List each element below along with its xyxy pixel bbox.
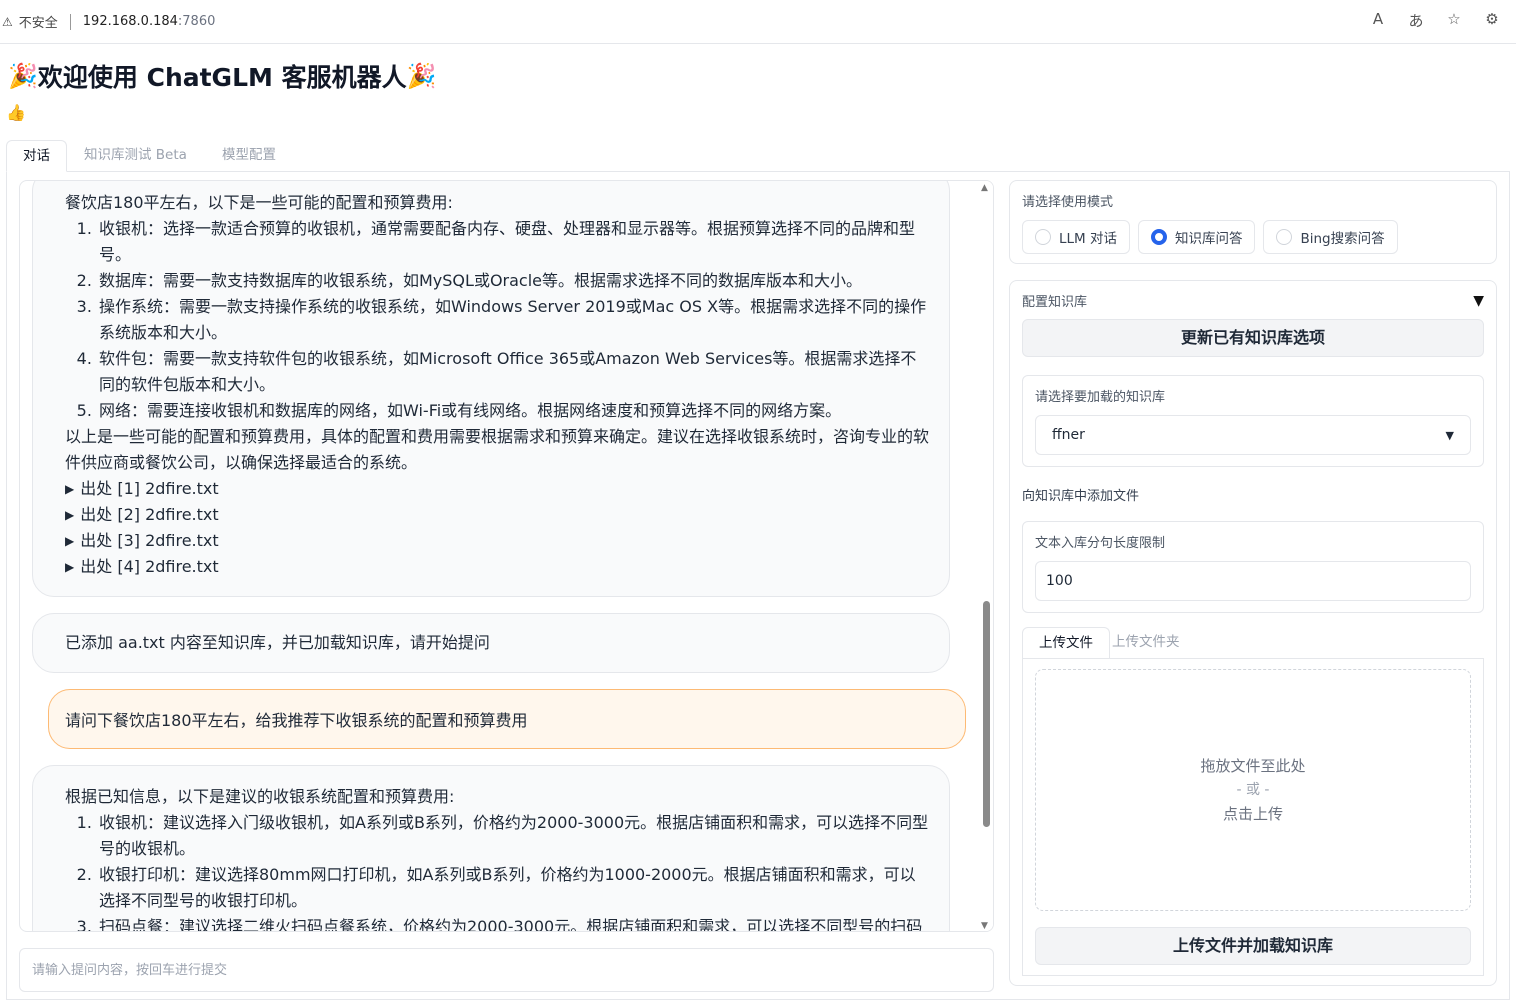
message-intro: 餐饮店180平左右，以下是一些可能的配置和预算费用: [65,193,453,212]
message-text: 请问下餐饮店180平左右，给我推荐下收银系统的配置和预算费用 [65,711,528,730]
scroll-up-arrow-icon[interactable]: ▲ [981,183,988,193]
add-file-label: 向知识库中添加文件 [1022,489,1140,504]
file-drop-zone[interactable]: 拖放文件至此处 - 或 - 点击上传 [1035,669,1471,911]
message-list: 收银机：选择一款适合预算的收银机，通常需要配备内存、硬盘、处理器和显示器等。根据… [65,216,931,424]
kb-section-label: 配置知识库 [1022,295,1088,310]
chat-scrollbar[interactable]: ▲ ▼ [979,181,993,931]
security-label: 不安全 [18,16,58,31]
drop-or: - 或 - [1236,782,1270,798]
scrollbar-thumb[interactable] [983,601,990,827]
source-label: 出处 [4] 2dfire.txt [80,557,219,576]
refresh-kb-button[interactable]: 更新已有知识库选项 [1022,319,1484,357]
browser-tools: A あ ☆ ⚙ [1368,10,1502,31]
sentence-length-input[interactable]: 100 [1035,561,1471,601]
chatbot-panel: 餐饮店180平左右，以下是一些可能的配置和预算费用: 收银机：选择一款适合预算的… [19,180,994,932]
list-item: 软件包：需要一款支持软件包的收银系统，如Microsoft Office 365… [97,346,931,398]
disclosure-triangle-icon: ▶ [65,534,75,548]
disclosure-triangle-icon: ▶ [65,508,75,522]
kb-dropdown[interactable]: ffner ▼ [1035,415,1471,455]
upload-tabs: 上传文件 上传文件夹 [1022,627,1484,659]
browser-address-bar: ⚠ 不安全 192.168.0.184 :7860 A あ ☆ ⚙ [0,0,1516,44]
source-label: 出处 [3] 2dfire.txt [80,531,219,550]
list-item: 数据库：需要一款支持数据库的收银系统，如MySQL或Oracle等。根据需求选择… [97,268,931,294]
main-tabs: 对话 知识库测试 Beta 模型配置 [6,140,1510,172]
tab-model-config[interactable]: 模型配置 [206,140,292,172]
kb-dropdown-value: ffner [1052,427,1085,443]
source-details[interactable]: ▶ 出处 [4] 2dfire.txt [65,554,931,580]
radio-label: 知识库问答 [1174,231,1243,247]
mode-radio-group: LLM 对话 知识库问答 Bing搜索问答 [1022,220,1484,254]
radio-llm-chat[interactable]: LLM 对话 [1022,220,1130,254]
list-item: 扫码点餐：建议选择二维火扫码点餐系统，价格约为2000-3000元。根据店铺面积… [97,914,931,931]
drop-click-text: 点击上传 [1222,805,1283,823]
warning-triangle-icon: ⚠ [2,14,13,29]
message-text: 已添加 aa.txt 内容至知识库，并已加载知识库，请开始提问 [65,633,490,652]
kb-select-group: 请选择要加载的知识库 ffner ▼ [1022,375,1484,467]
favorite-star-icon[interactable]: ☆ [1444,10,1464,31]
message-outro: 以上是一些可能的配置和预算费用，具体的配置和费用需要根据需求和预算来确定。建议在… [65,427,930,472]
list-item: 收银打印机：建议选择80mm网口打印机，如A系列或B系列，价格约为1000-20… [97,862,931,914]
message-intro: 根据已知信息，以下是建议的收银系统配置和预算费用: [65,787,455,806]
source-details[interactable]: ▶ 出处 [3] 2dfire.txt [65,528,931,554]
list-item: 操作系统：需要一款支持操作系统的收银系统，如Windows Server 201… [97,294,931,346]
mode-label: 请选择使用模式 [1022,195,1114,210]
read-aloud-icon[interactable]: A [1368,10,1388,31]
radio-bing-search[interactable]: Bing搜索问答 [1263,220,1398,254]
radio-circle-checked-icon [1150,229,1167,245]
kb-select-label: 请选择要加载的知识库 [1035,390,1166,405]
party-popper-icon-right: 🎉 [406,62,437,90]
disclosure-triangle-icon: ▶ [65,560,75,574]
tab-chat[interactable]: 对话 [6,140,67,172]
kb-accordion-header[interactable]: 配置知识库 ▼ [1022,291,1484,311]
address-separator [69,13,71,30]
collapse-triangle-icon[interactable]: ▼ [1473,293,1484,309]
security-warning[interactable]: ⚠ 不安全 [2,12,58,32]
party-popper-icon: 🎉 [8,62,38,90]
radio-label: Bing搜索问答 [1300,231,1385,247]
extensions-icon[interactable]: ⚙ [1482,10,1502,31]
user-message: 请问下餐饮店180平左右，给我推荐下收银系统的配置和预算费用 [48,689,966,749]
tab-kb-test[interactable]: 知识库测试 Beta [68,140,203,172]
source-details[interactable]: ▶ 出处 [1] 2dfire.txt [65,476,931,502]
message-list: 收银机：建议选择入门级收银机，如A系列或B系列，价格约为2000-3000元。根… [65,810,931,931]
bot-message: 已添加 aa.txt 内容至知识库，并已加载知识库，请开始提问 [32,613,950,673]
page-title-text: 欢迎使用 ChatGLM 客服机器人 [37,63,407,92]
tab-upload-folder[interactable]: 上传文件夹 [1096,627,1196,659]
disclosure-triangle-icon: ▶ [65,482,75,496]
sentence-length-label: 文本入库分句长度限制 [1035,536,1166,551]
thumbs-up-icon: 👍 [6,103,26,122]
sentence-length-group: 文本入库分句长度限制 100 [1022,521,1484,613]
upload-and-load-button[interactable]: 上传文件并加载知识库 [1035,927,1471,965]
source-label: 出处 [1] 2dfire.txt [80,479,219,498]
radio-kb-qa[interactable]: 知识库问答 [1137,220,1256,254]
radio-circle-icon [1276,229,1293,245]
drop-text: 拖放文件至此处 [1200,757,1306,775]
kb-config-panel: 配置知识库 ▼ 更新已有知识库选项 请选择要加载的知识库 ffner ▼ 向知识… [1009,280,1497,986]
page-title: 🎉 欢迎使用 ChatGLM 客服机器人 🎉 [8,58,436,94]
radio-label: LLM 对话 [1059,231,1117,247]
scroll-down-arrow-icon[interactable]: ▼ [981,921,988,931]
radio-circle-icon [1035,229,1051,245]
source-details[interactable]: ▶ 出处 [2] 2dfire.txt [65,502,931,528]
bot-message: 根据已知信息，以下是建议的收银系统配置和预算费用: 收银机：建议选择入门级收银机… [32,765,950,931]
list-item: 网络：需要连接收银机和数据库的网络，如Wi-Fi或有线网络。根据网络速度和预算选… [97,398,931,424]
bot-message: 餐饮店180平左右，以下是一些可能的配置和预算费用: 收银机：选择一款适合预算的… [32,181,950,597]
mode-panel: 请选择使用模式 LLM 对话 知识库问答 Bing搜索问答 [1009,180,1497,264]
list-item: 收银机：建议选择入门级收银机，如A系列或B系列，价格约为2000-3000元。根… [97,810,931,862]
list-item: 收银机：选择一款适合预算的收银机，通常需要配备内存、硬盘、处理器和显示器等。根据… [97,216,931,268]
url-host[interactable]: 192.168.0.184 [83,14,178,29]
translate-icon[interactable]: あ [1406,10,1426,31]
url-port[interactable]: :7860 [178,14,215,29]
question-input[interactable] [19,948,994,992]
upload-area: 拖放文件至此处 - 或 - 点击上传 上传文件并加载知识库 [1022,658,1484,976]
dropdown-caret-icon: ▼ [1445,428,1454,442]
source-label: 出处 [2] 2dfire.txt [80,505,219,524]
main-content: 餐饮店180平左右，以下是一些可能的配置和预算费用: 收银机：选择一款适合预算的… [6,172,1510,1000]
chat-scroll-area[interactable]: 餐饮店180平左右，以下是一些可能的配置和预算费用: 收银机：选择一款适合预算的… [20,181,980,931]
